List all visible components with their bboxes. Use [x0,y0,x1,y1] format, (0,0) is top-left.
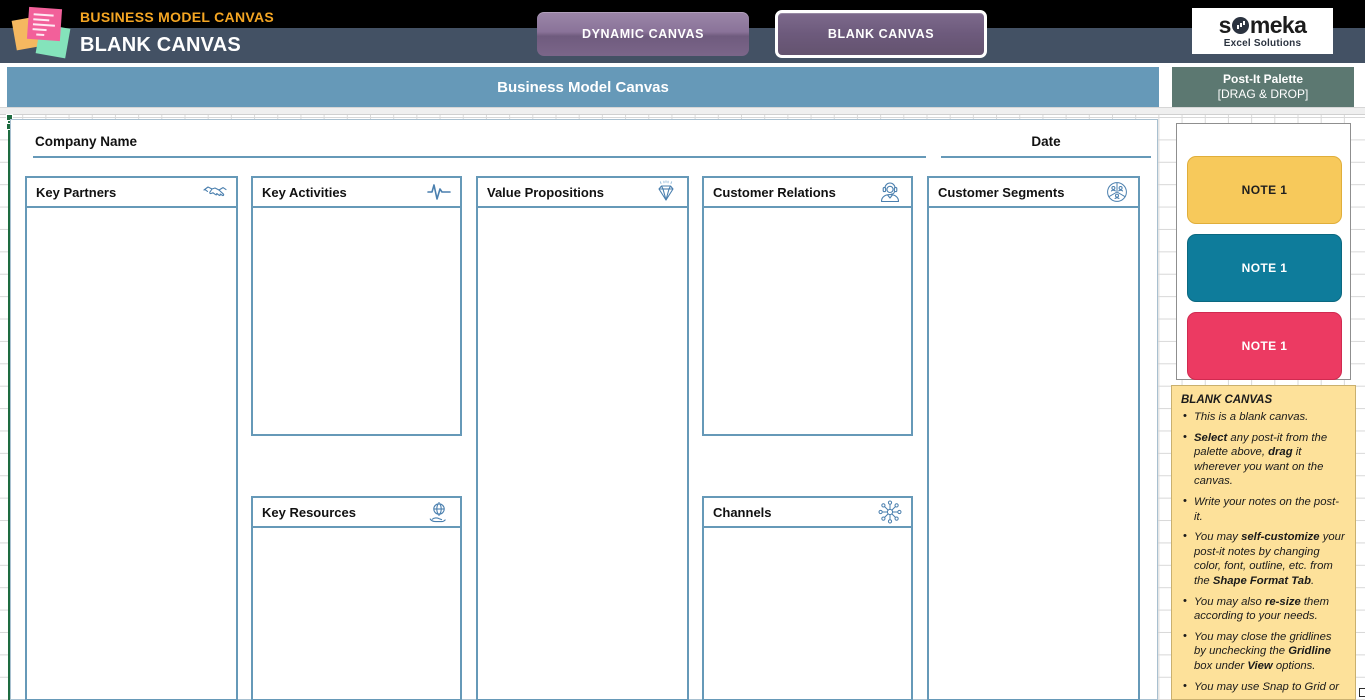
block-key-partners-title: Key Partners [36,184,117,200]
block-key-partners-header: Key Partners [27,178,236,208]
tab-dynamic-canvas-label: DYNAMIC CANVAS [581,27,705,41]
instructions-title: BLANK CANVAS [1181,394,1273,406]
post-it-note-teal[interactable]: NOTE 1 [1187,234,1342,302]
block-value-propositions[interactable]: Value Propositions [476,176,689,700]
canvas-card: Company Name Date Key Partners Key Activ… [10,119,1158,700]
block-value-propositions-header: Value Propositions [478,178,687,208]
sheet-gap-strip [0,107,1365,115]
page-title: BLANK CANVAS [80,34,241,56]
block-channels-header: Channels [704,498,911,528]
company-name-label: Company Name [35,134,138,149]
block-key-resources-header: Key Resources [253,498,460,528]
block-value-propositions-title: Value Propositions [487,184,605,200]
worksheet-area: Company Name Date Key Partners Key Activ… [0,114,1365,700]
block-key-activities-body[interactable] [253,208,460,434]
instruction-item: You may use Snap to Grid or [1181,679,1346,695]
someka-wordmark: s meka [1219,13,1307,37]
block-key-resources-title: Key Resources [262,504,356,520]
segmented-people-circle-icon [1107,182,1127,202]
block-key-activities[interactable]: Key Activities [251,176,462,436]
brand-kicker: BUSINESS MODEL CANVAS [80,9,275,25]
app-root: BUSINESS MODEL CANVAS BLANK CANVAS DYNAM… [0,0,1365,700]
block-key-activities-title: Key Activities [262,184,347,200]
palette-banner: Post-It Palette [DRAG & DROP] [1172,67,1354,107]
pulse-line-icon [427,184,451,200]
block-customer-segments[interactable]: Customer Segments [927,176,1140,700]
block-customer-segments-header: Customer Segments [929,178,1138,208]
instruction-item: You may close the gridlines by uncheckin… [1181,629,1346,674]
instructions-panel: BLANK CANVAS This is a blank canvas. Sel… [1171,385,1356,700]
headset-agent-icon [880,182,900,203]
post-it-stack-icon [10,6,76,59]
block-channels[interactable]: Channels [702,496,913,700]
company-name-rule [33,156,926,158]
handshake-icon [203,186,227,197]
post-it-palette-card: NOTE 1 NOTE 1 NOTE 1 [1176,123,1351,380]
block-value-propositions-body[interactable] [478,208,687,699]
post-it-note-pink[interactable]: NOTE 1 [1187,312,1342,380]
block-key-partners-body[interactable] [27,208,236,699]
post-it-note-yellow-label: NOTE 1 [1241,183,1288,197]
block-key-activities-header: Key Activities [253,178,460,208]
block-customer-relations[interactable]: Customer Relations [702,176,913,436]
network-hub-icon [878,500,902,524]
palette-banner-sublabel: [DRAG & DROP] [1217,87,1309,101]
tab-dynamic-canvas[interactable]: DYNAMIC CANVAS [537,12,749,56]
block-channels-title: Channels [713,504,772,520]
post-it-note-teal-label: NOTE 1 [1241,261,1288,275]
someka-logo: s meka Excel Solutions [1192,8,1333,54]
instruction-item: Write your notes on the post-it. [1181,494,1346,524]
tab-blank-canvas[interactable]: BLANK CANVAS [775,10,987,58]
instruction-item: You may also re-size them according to y… [1181,594,1346,624]
someka-word-a: s [1218,12,1232,38]
globe-on-hand-icon [429,502,446,523]
canvas-banner-label: Business Model Canvas [497,78,669,96]
block-channels-body[interactable] [704,528,911,699]
block-key-partners[interactable]: Key Partners [25,176,238,700]
block-customer-segments-body[interactable] [929,208,1138,699]
tab-blank-canvas-label: BLANK CANVAS [827,27,935,41]
block-key-resources[interactable]: Key Resources [251,496,462,700]
date-rule [941,156,1151,158]
someka-word-b: meka [1249,12,1307,38]
block-customer-segments-title: Customer Segments [938,184,1065,200]
instruction-item: This is a blank canvas. [1181,409,1346,425]
someka-tagline: Excel Solutions [1223,38,1302,49]
block-customer-relations-title: Customer Relations [713,184,836,200]
date-label: Date [1031,134,1061,149]
post-it-note-pink-label: NOTE 1 [1241,339,1288,353]
palette-banner-label: Post-It Palette [1222,72,1303,86]
canvas-banner: Business Model Canvas [7,67,1159,107]
instructions-list: This is a blank canvas. Select any post-… [1181,409,1346,695]
post-it-note-yellow[interactable]: NOTE 1 [1187,156,1342,224]
block-customer-relations-header: Customer Relations [704,178,911,208]
diamond-gem-icon [658,180,674,201]
instruction-item: You may self-customize your post-it note… [1181,529,1346,588]
instruction-item: Select any post-it from the palette abov… [1181,430,1346,489]
block-customer-relations-body[interactable] [704,208,911,434]
block-key-resources-body[interactable] [253,528,460,699]
shape-anchor-marker[interactable] [1359,688,1365,697]
someka-chart-circle-icon [1231,16,1249,34]
